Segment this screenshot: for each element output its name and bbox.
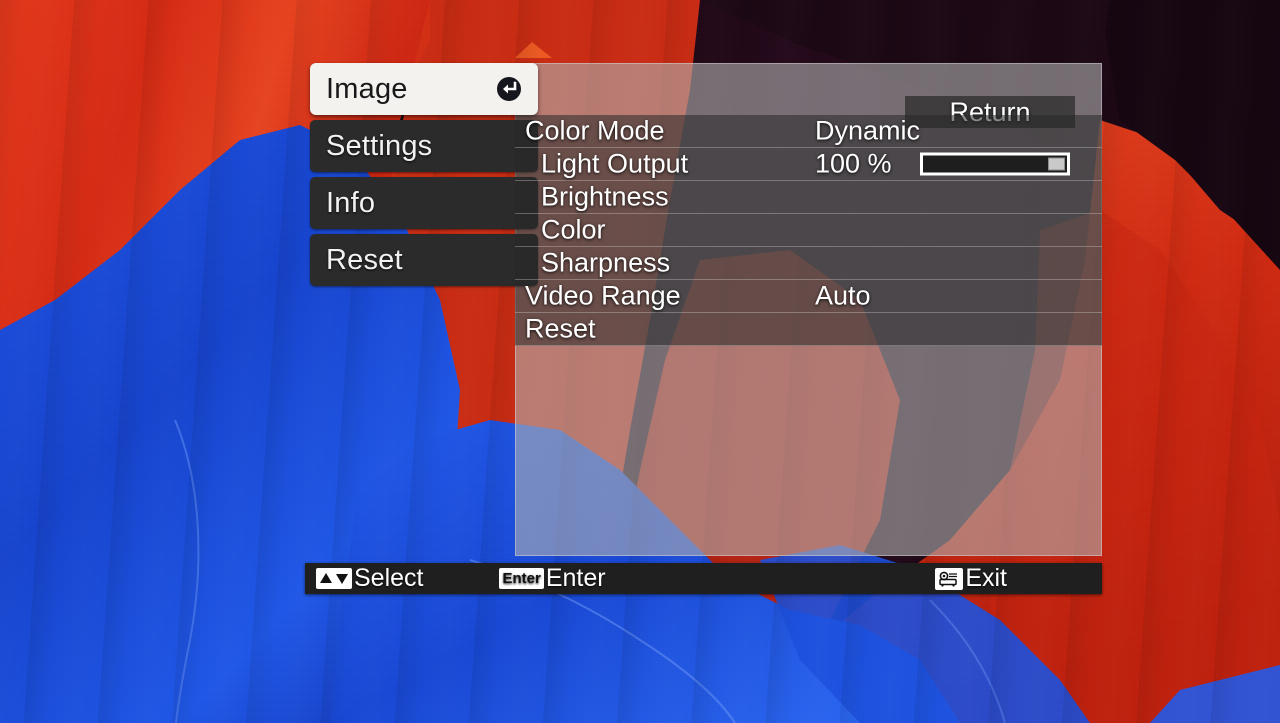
table-row[interactable]: Light Output 100 % <box>515 148 1102 181</box>
table-row[interactable]: Brightness <box>515 181 1102 214</box>
table-row[interactable]: Reset <box>515 313 1102 346</box>
osd-status-bar: Select Enter Enter Exit <box>305 563 1102 594</box>
tab-label: Image <box>326 72 408 105</box>
osd-menu: Image Settings Info Reset Return Color M… <box>310 63 1102 556</box>
sidebar-item-image[interactable]: Image <box>310 63 538 115</box>
slider-knob[interactable] <box>1048 157 1065 171</box>
hint-enter[interactable]: Enter Enter <box>499 564 606 592</box>
hint-exit-label: Exit <box>965 564 1007 592</box>
row-value: Auto <box>815 280 871 311</box>
tab-label: Info <box>326 186 376 219</box>
table-row[interactable]: Color Mode Dynamic <box>515 115 1102 148</box>
hint-select[interactable]: Select <box>316 566 423 591</box>
enter-return-icon <box>496 76 522 102</box>
table-row[interactable]: Color <box>515 214 1102 247</box>
up-down-arrows-icon <box>316 568 352 589</box>
row-label: Brightness <box>541 181 669 212</box>
tab-label: Reset <box>326 243 403 276</box>
row-label: Reset <box>525 313 596 344</box>
row-value: Dynamic <box>815 115 921 146</box>
table-row[interactable]: Sharpness <box>515 247 1102 280</box>
row-label: Light Output <box>541 148 689 179</box>
hint-enter-label: Enter <box>545 564 606 592</box>
table-row[interactable]: Video Range Auto <box>515 280 1102 313</box>
row-label: Color Mode <box>525 115 665 146</box>
tab-label: Settings <box>326 129 433 162</box>
hint-exit[interactable]: Exit <box>935 566 1007 591</box>
light-output-slider[interactable] <box>920 152 1070 176</box>
settings-row-list: Color Mode Dynamic Light Output 100 % Br… <box>515 115 1102 346</box>
enter-key-icon: Enter <box>499 568 544 589</box>
hint-select-label: Select <box>354 564 424 592</box>
sidebar-item-reset[interactable]: Reset <box>310 234 538 286</box>
projector-screen: Image Settings Info Reset Return Color M… <box>0 0 1280 723</box>
row-label: Sharpness <box>541 247 671 278</box>
row-value: 100 % <box>815 148 892 179</box>
row-label: Color <box>541 214 606 245</box>
projector-key-icon <box>935 567 964 590</box>
sidebar-item-info[interactable]: Info <box>310 177 538 229</box>
osd-tab-list: Image Settings Info Reset <box>310 63 538 291</box>
sidebar-item-settings[interactable]: Settings <box>310 120 538 172</box>
row-label: Video Range <box>525 280 681 311</box>
